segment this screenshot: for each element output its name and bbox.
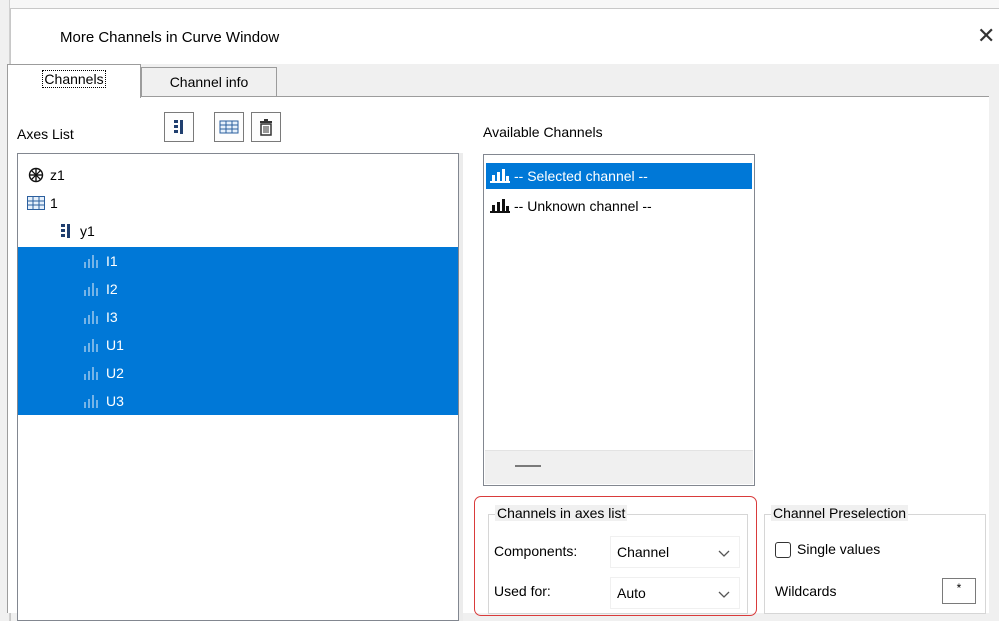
tree-item-channel[interactable]: U3 (18, 387, 458, 415)
available-channel-label: -- Selected channel -- (514, 168, 648, 184)
channel-icon (82, 392, 102, 410)
tree-item-z1[interactable]: z1 (18, 161, 458, 189)
tab-channel-info-label: Channel info (169, 74, 249, 90)
available-channel-item[interactable]: -- Unknown channel -- (486, 193, 752, 219)
wildcards-input[interactable]: * (942, 578, 976, 604)
tree-item-channel[interactable]: U1 (18, 331, 458, 359)
y-axis-icon (56, 222, 76, 240)
tree-item-channel[interactable]: I2 (18, 275, 458, 303)
single-values-checkbox[interactable] (775, 542, 791, 558)
tree-item-label: 1 (50, 195, 58, 211)
tree-item-channel[interactable]: I3 (18, 303, 458, 331)
tree-item-label: U2 (106, 365, 124, 381)
pane-splitter[interactable] (459, 153, 463, 621)
tree-item-label: I2 (106, 281, 118, 297)
tab-channels[interactable]: Channels (7, 64, 141, 98)
single-values-label: Single values (797, 541, 881, 557)
tree-item-label: z1 (50, 167, 65, 183)
tree-item-label: U1 (106, 337, 124, 353)
tree-item-label: U3 (106, 393, 124, 409)
tree-item-1[interactable]: 1 (18, 189, 458, 217)
tree-item-label: y1 (80, 223, 95, 239)
available-channel-label: -- Unknown channel -- (514, 198, 652, 214)
tab-channels-label: Channels (42, 70, 106, 88)
add-y-axis-button[interactable] (164, 112, 194, 142)
channel-icon (82, 364, 102, 382)
components-value: Channel (617, 544, 670, 560)
tree-item-y1[interactable]: y1 (18, 217, 458, 245)
used-for-label: Used for: (494, 583, 551, 599)
available-channel-item[interactable]: -- Selected channel -- (486, 163, 752, 189)
title-bar: More Channels in Curve Window ✕ (11, 9, 999, 64)
add-grid-button[interactable] (214, 112, 244, 142)
channel-icon (82, 308, 102, 326)
window-title: More Channels in Curve Window (60, 29, 280, 46)
z-axis-icon (26, 166, 46, 184)
used-for-value: Auto (617, 585, 646, 601)
axes-list-tree[interactable]: z1 1 y1 I1 I2 I3 U1 U2 U3 (17, 153, 459, 621)
tree-item-label: I3 (106, 309, 118, 325)
channel-icon (490, 169, 512, 183)
available-channels-label: Available Channels (483, 124, 603, 140)
grid-icon (26, 194, 46, 212)
delete-icon (260, 119, 272, 136)
list-scrollbar[interactable] (485, 450, 753, 484)
channel-icon (82, 280, 102, 298)
channel-icon (490, 199, 512, 213)
tree-item-channel[interactable]: U2 (18, 359, 458, 387)
scroll-grip[interactable] (515, 465, 541, 467)
chevron-down-icon (718, 550, 730, 557)
add-y-axis-icon (174, 120, 183, 134)
background-window-top (0, 0, 999, 8)
tree-item-channel[interactable]: I1 (18, 247, 458, 275)
channel-icon (82, 252, 102, 270)
add-grid-icon (219, 120, 239, 134)
components-select[interactable]: Channel (610, 536, 740, 568)
available-channels-list[interactable]: -- Selected channel -- -- Unknown channe… (483, 154, 755, 486)
delete-button[interactable] (251, 112, 281, 142)
close-button[interactable]: ✕ (977, 22, 999, 52)
group-title: Channel Preselection (771, 505, 909, 521)
chevron-down-icon (718, 591, 730, 598)
used-for-select[interactable]: Auto (610, 577, 740, 609)
tree-item-label: I1 (106, 253, 118, 269)
tab-channel-info[interactable]: Channel info (141, 67, 277, 97)
components-label: Components: (494, 543, 578, 559)
channel-icon (82, 336, 102, 354)
axes-list-label: Axes List (17, 126, 74, 142)
group-title: Channels in axes list (495, 505, 628, 521)
wildcards-label: Wildcards (775, 583, 837, 599)
